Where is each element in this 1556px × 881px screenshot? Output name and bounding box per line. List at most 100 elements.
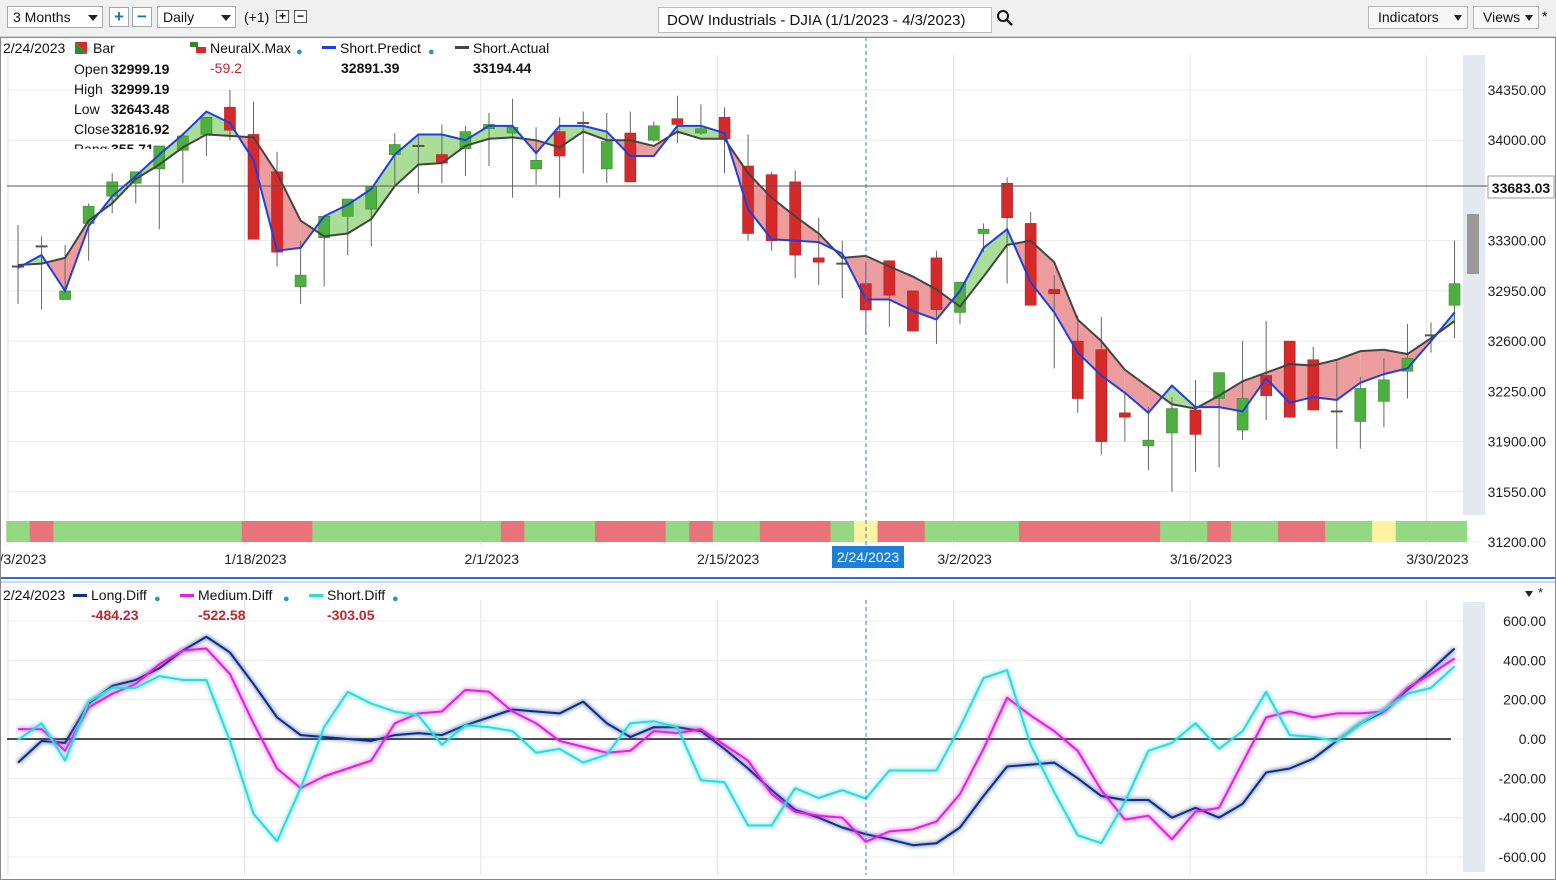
- legend-short-value: -303.05: [327, 607, 375, 623]
- legend-short-name: Short.Diff: [327, 587, 386, 603]
- predict-legend-icon: [322, 46, 336, 49]
- legend-date: 2/24/2023: [3, 40, 66, 56]
- neuralx-segment: [924, 521, 949, 542]
- chart-canvas[interactable]: 31200.00 31550.00 31900.00 32250.00 32600.00…: [0, 0, 1556, 881]
- neuralx-segment: [194, 521, 219, 542]
- legend-date-lower: 2/24/2023: [3, 587, 66, 603]
- neuralx-segment: [571, 521, 596, 542]
- neuralx-max-band: [6, 521, 1467, 542]
- candle-body: [1354, 388, 1367, 422]
- legend-medium-name: Medium.Diff: [198, 587, 273, 603]
- candle-body: [294, 274, 307, 287]
- candle-body: [224, 106, 236, 131]
- legend-bar-name: Bar: [93, 40, 115, 56]
- neuralx-segment: [642, 521, 667, 542]
- neuralx-segment: [1419, 521, 1444, 542]
- neuralx-segment: [1442, 521, 1467, 542]
- ohlc-value-low: 32643.48: [111, 101, 170, 117]
- neuralx-segment: [830, 521, 855, 542]
- candle-body: [1095, 349, 1108, 442]
- neuralx-segment: [406, 521, 431, 542]
- neuralx-segment: [877, 521, 902, 542]
- neuralx-segment: [453, 521, 478, 542]
- candle-body: [1236, 398, 1249, 431]
- cursor-date-label: 2/24/2023: [837, 549, 899, 565]
- neuralx-segment: [1042, 521, 1067, 542]
- date-tick-label: 3/30/2023: [1406, 551, 1468, 567]
- legend-dot-icon: ●: [154, 593, 161, 605]
- legend-neuralx-name: NeuralX.Max: [210, 40, 291, 56]
- ohlc-value-open: 32999.19: [111, 61, 170, 77]
- price-tick-label: 34350.00: [1488, 82, 1547, 98]
- neuralx-segment: [1277, 521, 1303, 542]
- medium-legend-icon: [180, 594, 194, 597]
- date-tick-label: 2/1/2023: [465, 551, 520, 567]
- neuralx-segment: [100, 521, 125, 542]
- neuralx-segment: [1089, 521, 1114, 542]
- neuralx-segment: [1325, 521, 1350, 542]
- price-marker-label: 33683.03: [1492, 180, 1551, 196]
- scroll-thumb[interactable]: [1467, 214, 1479, 274]
- neuralx-segment: [430, 521, 455, 542]
- long-legend-icon: [73, 594, 87, 597]
- diff-tick-label: -200.00: [1499, 770, 1547, 786]
- neuralx-segment: [806, 521, 832, 542]
- neuralx-segment: [383, 521, 408, 542]
- neuralx-segment: [594, 521, 620, 542]
- ohlc-readout: Open 32999.19 High 32999.19 Low 32643.48…: [74, 61, 184, 149]
- neuralx-segment: [618, 521, 643, 542]
- price-tick-label: 31550.00: [1488, 484, 1547, 500]
- candle-body: [1166, 408, 1178, 434]
- candle-body: [1283, 340, 1296, 418]
- neuralx-segment: [736, 521, 761, 542]
- pane-modified-marker: *: [1538, 585, 1543, 600]
- candle-body: [812, 257, 825, 263]
- legend-long-value: -484.23: [91, 607, 139, 623]
- candle-body: [765, 174, 778, 241]
- candle-body: [1189, 409, 1202, 435]
- date-tick-label: 2/15/2023: [697, 551, 759, 567]
- neuralx-segment: [1348, 521, 1373, 542]
- candle-body: [388, 144, 401, 155]
- neuralx-segment: [524, 521, 549, 542]
- neuralx-segment: [1065, 521, 1091, 542]
- neuralx-segment: [1372, 521, 1397, 542]
- candle-body: [648, 125, 660, 141]
- neuralx-segment: [29, 521, 54, 542]
- neuralx-segment: [1136, 521, 1161, 542]
- date-tick-label: 3/16/2023: [1170, 551, 1232, 567]
- candle-body: [695, 128, 707, 134]
- diff-tick-label: 400.00: [1503, 652, 1546, 668]
- ohlc-label-range: Range: [74, 141, 109, 149]
- price-tick-label: 31900.00: [1488, 434, 1547, 450]
- neuralx-segment: [1113, 521, 1138, 542]
- neuralx-segment: [76, 521, 102, 542]
- neuralx-segment: [288, 521, 313, 542]
- candle-body: [1001, 182, 1013, 219]
- legend-dot-icon: ●: [392, 593, 399, 605]
- price-tick-label: 32250.00: [1488, 383, 1547, 399]
- legend-predict-value: 32891.39: [341, 60, 400, 76]
- price-marker: 33683.03: [1487, 175, 1555, 199]
- neuralx-segment: [335, 521, 361, 542]
- legend-long-name: Long.Diff: [91, 587, 147, 603]
- neuralx-segment: [1254, 521, 1279, 542]
- ohlc-label-high: High: [74, 81, 103, 97]
- candle-body: [1048, 289, 1060, 295]
- candle-body: [977, 228, 990, 234]
- ohlc-value-close: 32816.92: [111, 121, 170, 137]
- candle-body: [671, 118, 684, 125]
- diff-tick-label: -400.00: [1499, 810, 1547, 826]
- neuralx-segment: [547, 521, 573, 542]
- legend-neuralx-value: -59.2: [210, 60, 242, 76]
- neuralx-segment: [265, 521, 290, 542]
- bar-legend-icon: [75, 42, 87, 54]
- neuralx-segment: [241, 521, 266, 542]
- ohlc-value-range: 355.71: [111, 141, 154, 149]
- neuralx-segment: [712, 521, 737, 542]
- neuralx-segment: [500, 521, 525, 542]
- neuralx-segment: [53, 521, 78, 542]
- candle-body: [1024, 223, 1037, 306]
- candle-body: [1307, 359, 1320, 411]
- price-tick-label: 32600.00: [1488, 333, 1547, 349]
